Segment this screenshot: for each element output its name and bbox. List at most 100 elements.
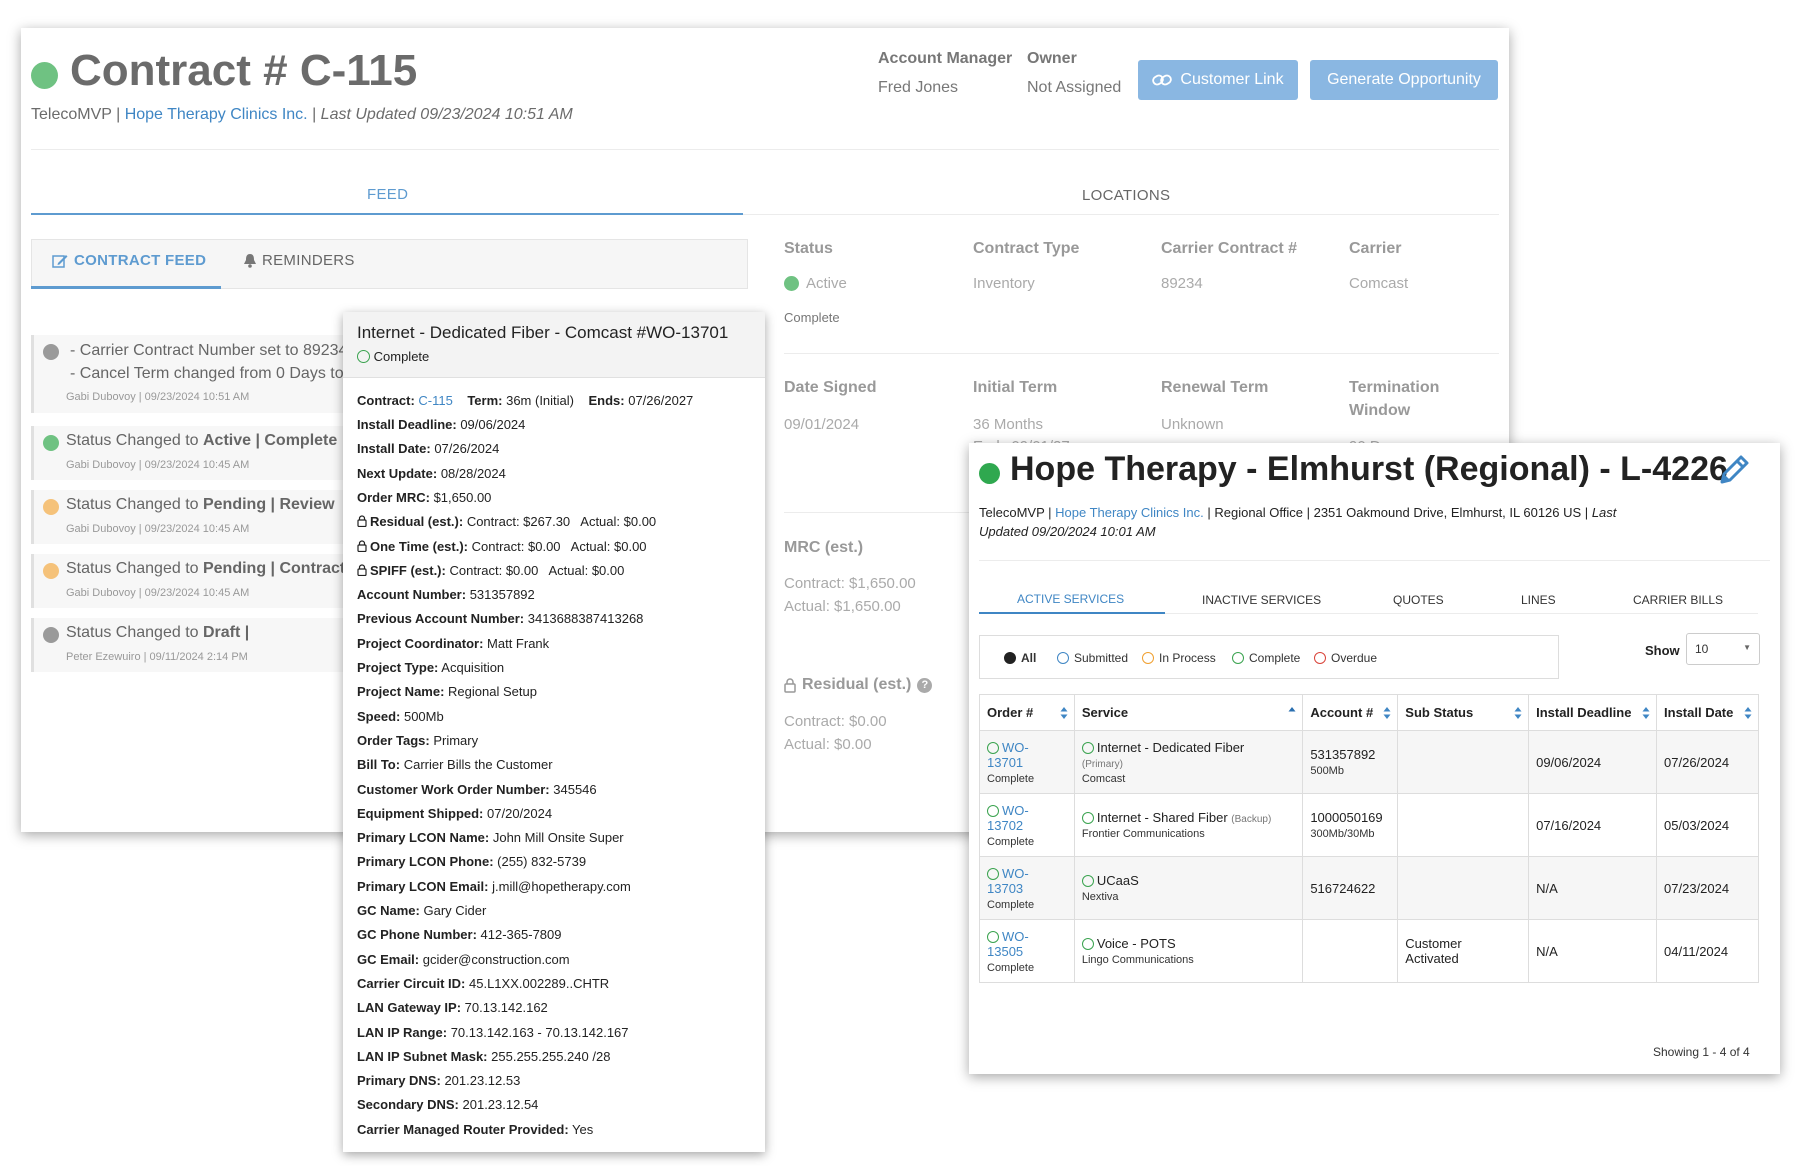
mrc-label: MRC (est.) (784, 539, 864, 556)
complete-status-icon (987, 804, 999, 817)
work-order-field: Carrier Managed Router Provided: Yes (357, 1121, 594, 1137)
status-dot (31, 62, 58, 89)
work-order-contract-line: Contract: C-115 Term: 36m (Initial) Ends… (357, 393, 694, 408)
subtab-contract-feed-label: CONTRACT FEED (74, 252, 207, 269)
account-cell: 531357892 500Mb (1302, 730, 1399, 794)
sort-icon[interactable] (1514, 706, 1522, 720)
work-order-field: Speed: 500Mb (357, 708, 444, 724)
complete-status-icon (987, 741, 999, 754)
tab-lines[interactable]: LINES (1521, 593, 1556, 607)
tab-quotes[interactable]: QUOTES (1393, 593, 1444, 607)
order-link[interactable]: WO- (1002, 866, 1029, 881)
sub-status-cell (1397, 856, 1530, 920)
order-cell[interactable]: WO- 13701 Complete (979, 730, 1075, 794)
subtab-reminders[interactable]: REMINDERS (243, 252, 355, 269)
tab-inactive-services[interactable]: INACTIVE SERVICES (1202, 593, 1321, 607)
lock-icon (357, 515, 367, 528)
complete-status-icon (1081, 812, 1094, 824)
tab-carrier-bills[interactable]: CARRIER BILLS (1633, 593, 1723, 607)
table-row[interactable]: WO- 13701 Complete Internet - Dedicated Fib… (979, 730, 1759, 794)
services-table: Order # Service Account # Sub Status Install… (979, 694, 1759, 983)
feed-meta: Gabi Dubovoy | 09/23/2024 10:45 AM (66, 459, 250, 471)
work-order-field: GC Phone Number: 412-365-7809 (357, 927, 562, 943)
sort-icon[interactable] (1288, 706, 1296, 720)
bell-icon (244, 254, 256, 268)
pencil-icon[interactable] (1717, 453, 1751, 487)
work-order-field: Residual (est.): Contract: $267.30 Actua… (357, 514, 656, 529)
work-order-field: Project Type: Acquisition (357, 660, 505, 675)
contract-link[interactable]: C-115 (418, 393, 452, 408)
sub-status-cell: Customer Activated (1397, 919, 1530, 983)
tab-feed[interactable]: FEED (367, 186, 408, 203)
client-link[interactable]: Hope Therapy Clinics Inc. (1055, 505, 1204, 520)
feed-text: Status Changed to Draft | (66, 624, 250, 641)
work-order-field: Bill To: Carrier Bills the Customer (357, 757, 553, 773)
column-header[interactable]: Sub Status (1397, 694, 1530, 731)
work-order-status: Complete (357, 349, 429, 364)
order-cell[interactable]: WO- 13702 Complete (979, 793, 1075, 857)
carrier-value: Comcast (1349, 275, 1409, 292)
feed-text: Status Changed to Pending | Contract (66, 560, 346, 577)
sort-icon[interactable] (1060, 706, 1068, 720)
initial-term-label: Initial Term (973, 379, 1058, 396)
page-size-select[interactable]: 10 ▼ (1686, 633, 1760, 665)
column-header[interactable]: Install Date (1656, 694, 1759, 731)
client-link[interactable]: Hope Therapy Clinics Inc. (125, 106, 308, 123)
order-link[interactable]: WO- (1002, 803, 1029, 818)
table-row[interactable]: WO- 13703 Complete UCaaS Nextiva 516724622 N/A… (979, 856, 1759, 920)
work-order-field: Primary LCON Email: j.mill@hopetherapy.c… (357, 878, 631, 894)
residual-label: Residual (est.) (802, 676, 912, 693)
sort-icon[interactable] (1744, 706, 1752, 720)
lock-icon (357, 539, 367, 552)
order-cell[interactable]: WO- 13505 Complete (979, 919, 1075, 983)
feed-meta: Gabi Dubovoy | 09/23/2024 10:51 AM (66, 391, 250, 403)
location-last-updated: Updated 09/20/2024 10:01 AM (979, 524, 1156, 539)
separator: | (312, 106, 317, 123)
sort-icon[interactable] (1642, 706, 1650, 720)
filter-all[interactable]: All (1004, 651, 1036, 665)
sort-icon[interactable] (1383, 706, 1391, 720)
column-header[interactable]: Account # (1302, 694, 1399, 731)
customer-link-button[interactable]: Customer Link (1138, 60, 1298, 100)
install-deadline-cell: 09/06/2024 (1528, 730, 1658, 794)
complete-status-icon (1081, 938, 1094, 950)
table-row[interactable]: WO- 13702 Complete Internet - Shared Fiber … (979, 793, 1759, 857)
filter-overdue[interactable]: Overdue (1314, 651, 1377, 665)
order-link[interactable]: 13701 (987, 755, 1023, 770)
column-header[interactable]: Install Deadline (1528, 694, 1658, 731)
filter-submitted[interactable]: Submitted (1057, 651, 1128, 665)
order-link[interactable]: 13703 (987, 881, 1023, 896)
mrc-actual-value: Actual: $1,650.00 (784, 598, 901, 615)
column-header[interactable]: Service (1073, 694, 1304, 731)
generate-opportunity-button[interactable]: Generate Opportunity (1310, 60, 1498, 100)
divider (31, 149, 1499, 150)
account-manager-label: Account Manager (878, 50, 1013, 67)
tab-locations[interactable]: LOCATIONS (1082, 187, 1170, 204)
date-signed-label: Date Signed (784, 379, 877, 396)
carrier-contract-value: 89234 (1161, 275, 1203, 292)
column-header[interactable]: Order # (979, 694, 1075, 731)
work-order-field: One Time (est.): Contract: $0.00 Actual:… (357, 539, 647, 554)
install-date-cell: 07/26/2024 (1656, 730, 1759, 794)
status-value: Active (806, 275, 847, 292)
order-link[interactable]: WO- (1002, 929, 1029, 944)
work-order-field: Primary DNS: 201.23.12.53 (357, 1073, 521, 1089)
help-icon[interactable]: ? (917, 677, 933, 693)
carrier-contract-label: Carrier Contract # (1161, 240, 1298, 257)
work-order-field: Carrier Circuit ID: 45.L1XX.002289..CHTR (357, 975, 610, 991)
work-order-field: SPIFF (est.): Contract: $0.00 Actual: $0… (357, 563, 624, 578)
link-icon (1152, 74, 1173, 86)
feed-status-dot (43, 499, 59, 515)
order-link[interactable]: WO- (1002, 740, 1029, 755)
filter-in-process[interactable]: In Process (1142, 651, 1216, 665)
order-link[interactable]: 13505 (987, 944, 1023, 959)
order-link[interactable]: 13702 (987, 818, 1023, 833)
work-order-title: Internet - Dedicated Fiber - Comcast #WO… (357, 323, 729, 342)
order-cell[interactable]: WO- 13703 Complete (979, 856, 1075, 920)
subtab-contract-feed[interactable]: CONTRACT FEED (52, 252, 206, 269)
feed-text: - Carrier Contract Number set to 89234 (70, 342, 348, 359)
tab-active-services[interactable]: ACTIVE SERVICES (1017, 592, 1124, 606)
service-cell: Internet - Shared Fiber (Backup) Frontier… (1073, 793, 1304, 857)
table-row[interactable]: WO- 13505 Complete Voice - POTS Lingo Commun… (979, 919, 1759, 983)
filter-complete[interactable]: Complete (1232, 651, 1300, 665)
